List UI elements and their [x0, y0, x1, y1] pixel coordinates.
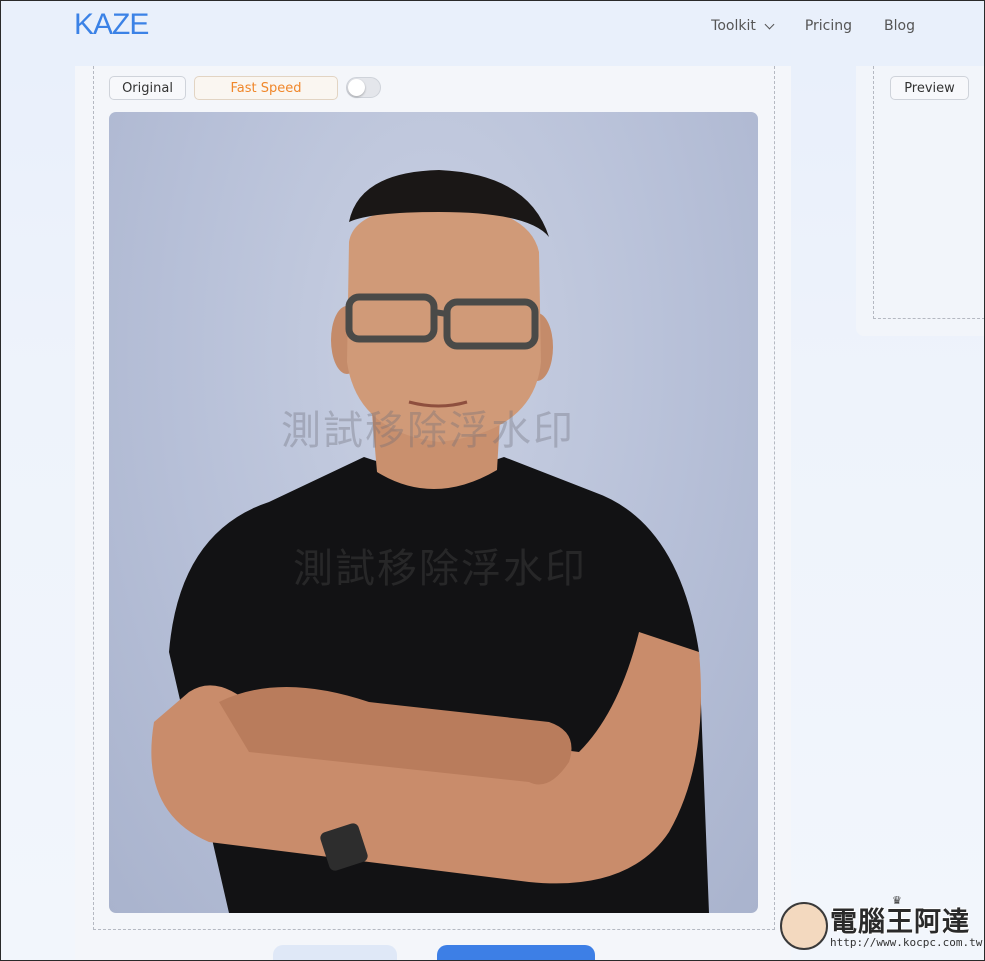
- preview-button[interactable]: Preview: [890, 76, 969, 100]
- speed-toggle[interactable]: [346, 77, 381, 98]
- uploaded-photo: 測試移除浮水印 測試移除浮水印: [109, 112, 758, 913]
- result-area: [873, 66, 985, 319]
- nav-toolkit-label: Toolkit: [711, 18, 756, 34]
- primary-action-button[interactable]: [437, 945, 595, 961]
- nav-pricing[interactable]: Pricing: [805, 18, 852, 34]
- toggle-knob: [348, 79, 365, 96]
- nav-toolkit[interactable]: Toolkit: [711, 18, 775, 34]
- badge-url: http://www.kocpc.com.tw: [830, 936, 983, 949]
- secondary-action-button[interactable]: [273, 945, 397, 961]
- watermark-text-upper: 測試移除浮水印: [281, 408, 575, 454]
- nav-blog[interactable]: Blog: [884, 18, 915, 34]
- kaze-logo[interactable]: KAZE: [74, 8, 149, 42]
- main-nav: Toolkit Pricing Blog: [711, 18, 915, 34]
- nav-blog-label: Blog: [884, 18, 915, 34]
- nav-pricing-label: Pricing: [804, 18, 853, 34]
- original-button[interactable]: Original: [109, 76, 186, 100]
- person-illustration: [151, 170, 709, 913]
- mascot-face-icon: [780, 902, 828, 950]
- chevron-down-icon: [764, 19, 775, 29]
- watermark-text-lower: 測試移除浮水印: [293, 546, 587, 592]
- badge-title: 電腦王阿達: [830, 907, 970, 938]
- top-header: KAZE Toolkit Pricing Blog: [0, 0, 985, 60]
- fast-speed-button[interactable]: Fast Speed: [194, 76, 338, 100]
- site-watermark-badge: ♛ 電腦王阿達 http://www.kocpc.com.tw: [780, 894, 983, 954]
